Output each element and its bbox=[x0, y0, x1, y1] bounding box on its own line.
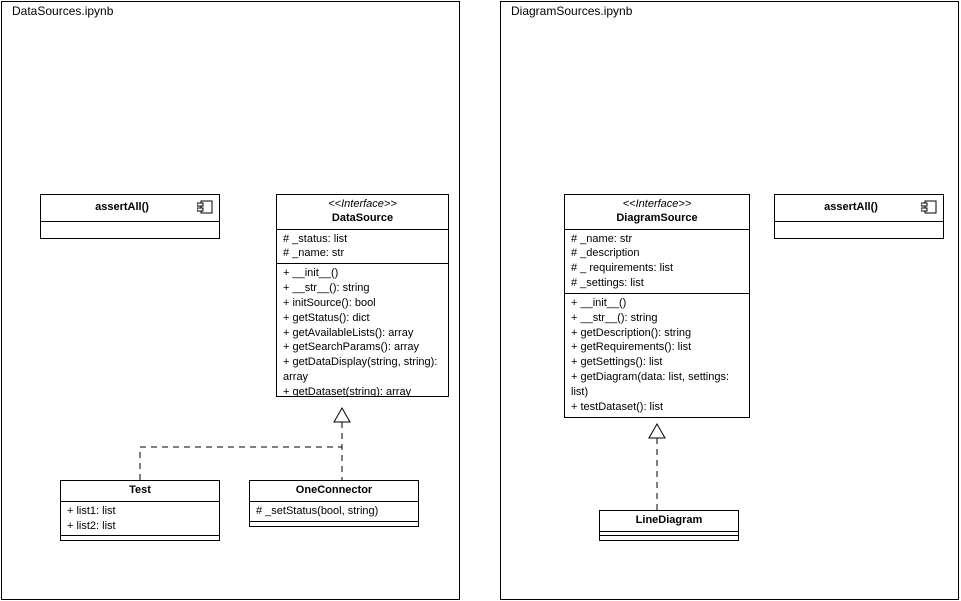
op: + getAvailableLists(): array bbox=[283, 326, 442, 341]
class-name: DiagramSource bbox=[616, 212, 697, 224]
component-name: assertAll() bbox=[95, 201, 149, 213]
class-test: Test + list1: list + list2: list bbox=[60, 480, 220, 541]
attrs: # _status: list # _name: str bbox=[277, 230, 448, 265]
component-icon bbox=[921, 200, 937, 214]
class-diagramsource: <<Interface>> DiagramSource # _name: str… bbox=[564, 194, 750, 418]
class-name: LineDiagram bbox=[636, 514, 703, 526]
op: + __str__(): string bbox=[283, 281, 442, 296]
op: + getDataDisplay(string, string): array bbox=[283, 355, 442, 385]
op: + getRequirements(): list bbox=[571, 340, 743, 355]
component-assertall-right: assertAll() bbox=[774, 194, 944, 239]
op: + getSearchParams(): array bbox=[283, 340, 442, 355]
op: + initSource(): bool bbox=[283, 296, 442, 311]
class-oneconnector: OneConnector # _setStatus(bool, string) bbox=[249, 480, 419, 527]
attr: # _settings: list bbox=[571, 276, 743, 291]
attrs: + list1: list + list2: list bbox=[61, 502, 219, 537]
attr: # _setStatus(bool, string) bbox=[256, 504, 412, 519]
package-label: DiagramSources.ipynb bbox=[511, 4, 632, 18]
attr: # _status: list bbox=[283, 232, 442, 247]
ops: + __init__() + __str__(): string + initS… bbox=[277, 264, 448, 396]
op: + getStatus(): dict bbox=[283, 311, 442, 326]
component-icon bbox=[197, 200, 213, 214]
ops: + __init__() + __str__(): string + getDe… bbox=[565, 294, 749, 417]
component-name: assertAll() bbox=[824, 201, 878, 213]
attr: # _name: str bbox=[283, 246, 442, 261]
stereotype: <<Interface>> bbox=[328, 198, 397, 210]
attr: # _description bbox=[571, 246, 743, 261]
op: + getDataset(string): array bbox=[283, 385, 442, 396]
op: + getDescription(): string bbox=[571, 326, 743, 341]
component-assertall-left: assertAll() bbox=[40, 194, 220, 239]
op: + __init__() bbox=[283, 266, 442, 281]
class-name: Test bbox=[129, 484, 151, 496]
class-name: OneConnector bbox=[296, 484, 372, 496]
op: + __init__() bbox=[571, 296, 743, 311]
op: + __str__(): string bbox=[571, 311, 743, 326]
class-linediagram: LineDiagram bbox=[599, 510, 739, 541]
class-datasource: <<Interface>> DataSource # _status: list… bbox=[276, 194, 449, 397]
op: + getDiagram(data: list, settings: list) bbox=[571, 370, 743, 400]
attrs: # _setStatus(bool, string) bbox=[250, 502, 418, 522]
op: + testDataset(): list bbox=[571, 400, 743, 415]
package-label: DataSources.ipynb bbox=[12, 4, 113, 18]
class-name: DataSource bbox=[332, 212, 393, 224]
attrs: # _name: str # _description # _ requirem… bbox=[565, 230, 749, 294]
attr: # _ requirements: list bbox=[571, 261, 743, 276]
attr: + list2: list bbox=[67, 519, 213, 534]
stereotype: <<Interface>> bbox=[623, 198, 692, 210]
attr: # _name: str bbox=[571, 232, 743, 247]
attr: + list1: list bbox=[67, 504, 213, 519]
op: + getSettings(): list bbox=[571, 355, 743, 370]
